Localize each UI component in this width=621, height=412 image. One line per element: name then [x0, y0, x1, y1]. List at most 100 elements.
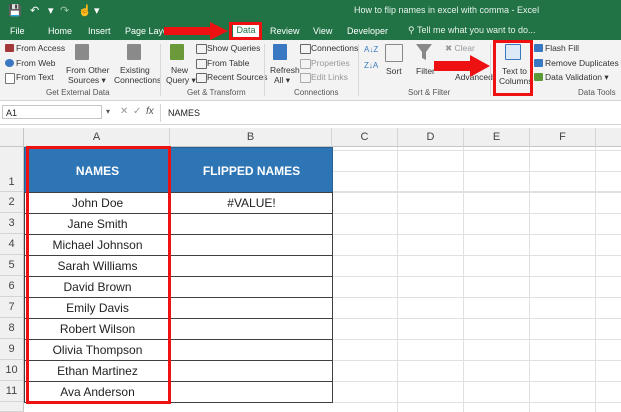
- show-queries-button[interactable]: Show Queries: [207, 43, 260, 54]
- connections-icon: [300, 44, 311, 54]
- customize-toolbar-icon[interactable]: ▾: [94, 3, 100, 19]
- worksheet-grid[interactable]: A B C D E F 1 2 3 4 5 6 7 8 9 10 11 NAME…: [0, 128, 621, 412]
- refresh-icon: [273, 44, 287, 60]
- arrow-to-data-tab: [164, 22, 228, 40]
- sort-button[interactable]: Sort: [386, 66, 402, 77]
- table-icon: [196, 59, 207, 69]
- cell-b10[interactable]: [170, 360, 333, 382]
- group-label-get-transform: Get & Transform: [187, 88, 246, 97]
- data-tab-highlight: [229, 22, 262, 40]
- text-file-icon: [5, 73, 15, 84]
- recent-sources-icon: [196, 73, 207, 83]
- flash-fill-button[interactable]: Flash Fill: [545, 43, 579, 54]
- tab-developer[interactable]: Developer: [347, 25, 388, 37]
- names-column-highlight: [26, 146, 171, 404]
- column-header-a[interactable]: A: [24, 128, 170, 147]
- new-query-icon: [170, 44, 184, 60]
- row-header-10[interactable]: 10: [0, 360, 24, 381]
- formula-bar: A1 ▾ ✕ ✓ fx NAMES: [0, 102, 621, 125]
- cell-b5[interactable]: [170, 255, 333, 277]
- edit-links-icon: [300, 73, 311, 83]
- connections-button[interactable]: Connections: [311, 43, 358, 54]
- from-access-button[interactable]: From Access: [16, 43, 65, 54]
- remove-duplicates-icon: [534, 59, 543, 67]
- name-box-dropdown-icon[interactable]: ▾: [106, 107, 110, 116]
- cell-b11[interactable]: [170, 381, 333, 403]
- column-header-f[interactable]: F: [530, 128, 596, 147]
- column-header-b[interactable]: B: [170, 128, 332, 147]
- row-header-11[interactable]: 11: [0, 381, 24, 402]
- dropdown-arrow-icon: ▾: [604, 72, 609, 82]
- cell-b7[interactable]: [170, 297, 333, 319]
- access-icon: [5, 44, 14, 52]
- cell-b6[interactable]: [170, 276, 333, 298]
- from-web-button[interactable]: From Web: [16, 58, 56, 69]
- show-queries-icon: [196, 44, 207, 54]
- database-icon: [75, 44, 89, 60]
- column-header-g[interactable]: [596, 128, 621, 147]
- remove-duplicates-button[interactable]: Remove Duplicates: [545, 58, 619, 69]
- column-header-e[interactable]: E: [464, 128, 530, 147]
- name-box[interactable]: A1: [2, 105, 102, 119]
- column-header-c[interactable]: C: [332, 128, 398, 147]
- tell-me-search[interactable]: ⚲ Tell me what you want to do...: [408, 25, 536, 36]
- group-label-get-external-data: Get External Data: [46, 88, 110, 97]
- web-icon: [5, 59, 14, 67]
- lightbulb-icon: ⚲: [408, 25, 417, 35]
- save-icon[interactable]: 💾: [8, 3, 22, 19]
- redo-icon[interactable]: ↷: [60, 3, 69, 19]
- undo-dropdown-icon[interactable]: ▾: [48, 3, 54, 19]
- tab-file[interactable]: File: [10, 25, 25, 37]
- tab-review[interactable]: Review: [270, 25, 300, 37]
- row-header-2[interactable]: 2: [0, 192, 24, 213]
- touch-mode-icon[interactable]: ☝: [78, 3, 92, 19]
- cell-b8[interactable]: [170, 318, 333, 340]
- group-label-data-tools: Data Tools: [578, 88, 616, 97]
- filter-icon: [416, 44, 432, 60]
- cell-b2[interactable]: #VALUE!: [170, 192, 333, 214]
- flash-fill-icon: [534, 44, 543, 52]
- row-header-5[interactable]: 5: [0, 255, 24, 276]
- row-header-3[interactable]: 3: [0, 213, 24, 234]
- edit-links-button[interactable]: Edit Links: [311, 72, 348, 83]
- gridline: [397, 147, 398, 192]
- cell-b9[interactable]: [170, 339, 333, 361]
- tab-insert[interactable]: Insert: [88, 25, 111, 37]
- row-header-4[interactable]: 4: [0, 234, 24, 255]
- separator: [264, 44, 265, 96]
- undo-icon[interactable]: ↶: [30, 3, 39, 19]
- tab-home[interactable]: Home: [48, 25, 72, 37]
- row-header-12[interactable]: [0, 402, 24, 412]
- empty-cells[interactable]: [332, 147, 621, 412]
- data-validation-icon: [534, 73, 543, 81]
- select-all-corner[interactable]: [0, 128, 24, 147]
- title-bar: 💾 ↶ ▾ ↷ ☝ ▾ How to flip names in excel w…: [0, 0, 621, 22]
- from-table-button[interactable]: From Table: [207, 58, 249, 69]
- sort-az-icon[interactable]: A↓Z: [364, 44, 378, 55]
- cell-b3[interactable]: [170, 213, 333, 235]
- cancel-icon[interactable]: ✕: [120, 106, 128, 117]
- gridline: [463, 147, 464, 192]
- row-header-6[interactable]: 6: [0, 276, 24, 297]
- row-header-8[interactable]: 8: [0, 318, 24, 339]
- text-to-columns-highlight: [493, 40, 533, 96]
- clear-button[interactable]: ✖ Clear: [445, 43, 475, 54]
- ribbon-tabs: File Home Insert Page Layo as Data Revie…: [0, 22, 621, 40]
- insert-function-icon[interactable]: fx: [146, 106, 154, 117]
- row-header-9[interactable]: 9: [0, 339, 24, 360]
- tab-view[interactable]: View: [313, 25, 332, 37]
- row-header-1[interactable]: 1: [0, 147, 24, 192]
- cell-b1[interactable]: FLIPPED NAMES: [170, 147, 333, 193]
- row-header-7[interactable]: 7: [0, 297, 24, 318]
- arrow-to-text-to-columns: [434, 55, 490, 77]
- formula-input[interactable]: NAMES: [168, 108, 200, 118]
- properties-button[interactable]: Properties: [311, 58, 350, 69]
- recent-sources-button[interactable]: Recent Sources: [207, 72, 267, 83]
- column-header-d[interactable]: D: [398, 128, 464, 147]
- cell-b4[interactable]: [170, 234, 333, 256]
- sort-dialog-icon: [385, 44, 403, 62]
- from-text-button[interactable]: From Text: [16, 72, 54, 83]
- enter-icon[interactable]: ✓: [133, 106, 141, 117]
- sort-za-icon[interactable]: Z↓A: [364, 60, 378, 71]
- data-validation-button[interactable]: Data Validation ▾: [545, 72, 609, 83]
